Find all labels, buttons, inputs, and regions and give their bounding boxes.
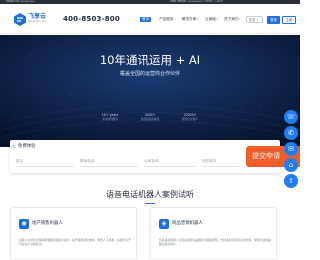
nav-label: 云商城 <box>205 17 216 21</box>
field-placeholder: 姓名 <box>16 159 24 163</box>
chevron-down-icon: ▾ <box>173 18 176 21</box>
hero-subtitle: 覆盖全国的运营商合作伙伴 <box>119 71 180 77</box>
nav-item-products[interactable]: 产品服务▾ <box>159 17 175 22</box>
site-header: 飞享云 feixiangyun.com 400-8503-800 首页 产品服务… <box>0 4 300 34</box>
stat-label: 专注通讯服务 <box>102 118 118 121</box>
case-card-real-estate[interactable]: ◉ 地产销售机器人 机器人在外呼过程中能准确识别客户意向，提升销售转化效率，降低… <box>10 207 137 260</box>
nav-item-about[interactable]: 关于我们▾ <box>224 17 240 22</box>
name-field[interactable]: 姓名 <box>16 157 74 167</box>
back-to-top-icon[interactable]: ⇧ <box>284 174 298 188</box>
chevron-down-icon: ▾ <box>196 18 199 21</box>
field-placeholder: 联系电话 <box>80 159 95 163</box>
card-description: 机器人在外呼过程中能准确识别客户意向，提升销售转化效率，降低人工成本，适用于房产… <box>19 238 131 247</box>
logo-subtitle: feixiangyun.com <box>28 20 47 23</box>
company-field[interactable]: 公司名称 <box>144 157 196 167</box>
field-placeholder: 公司名称 <box>144 159 159 163</box>
stat-label: 优质运营商资源 <box>140 118 160 121</box>
nav-item-home[interactable]: 首页 <box>140 17 152 22</box>
section-divider <box>145 203 155 204</box>
card-description: 智能语音机器人可自动完成商品推荐与促销通知，支持多轮对话与意向分级，帮助企业快速… <box>159 238 271 247</box>
stat-label: 服务企业客户 <box>182 118 198 121</box>
hero-banner: 10年通讯运用 + AI 覆盖全国的运营商合作伙伴 10+ years 专注通讯… <box>0 35 300 147</box>
language-label: 中文 <box>249 18 256 22</box>
nav-label: 关于我们 <box>224 17 239 21</box>
field-placeholder: 所在城市 <box>202 159 217 163</box>
stat-customers: 20000+ 服务企业客户 <box>170 113 210 122</box>
stat-years: 10+ years 专注通讯服务 <box>90 113 130 122</box>
register-button[interactable]: 注册 <box>282 16 296 24</box>
chevron-down-icon: ▾ <box>238 18 241 21</box>
nav-label: 解决方案 <box>182 17 197 21</box>
card-title: 商品营销机器人 <box>172 221 203 226</box>
card-icon: ◉ <box>19 219 29 229</box>
trial-form: ✎ 免费体验 姓名 联系电话 公司名称 所在城市 <box>10 140 280 173</box>
chevron-down-icon: ▾ <box>255 19 259 22</box>
city-field[interactable]: 所在城市 <box>202 157 240 167</box>
hero-background-graphic <box>0 35 300 147</box>
home-icon[interactable]: ⌂ <box>284 158 298 172</box>
stat-resources: 3000+ 优质运营商资源 <box>130 113 170 122</box>
nav-label: 产品服务 <box>159 17 174 21</box>
nav-label: 首页 <box>142 17 150 21</box>
login-button[interactable]: 登录 <box>267 16 280 24</box>
section-title: 语音电话机器人案例试听 <box>106 190 194 199</box>
message-icon[interactable]: ✉ <box>284 142 298 156</box>
card-icon: ◈ <box>159 219 169 229</box>
card-title: 地产销售机器人 <box>32 221 63 226</box>
language-select[interactable]: 中文 ▾ <box>246 16 263 23</box>
hero-title: 10年通讯运用 + AI <box>99 53 201 67</box>
form-title: 免费体验 <box>18 144 36 149</box>
case-card-marketing[interactable]: ◈ 商品营销机器人 智能语音机器人可自动完成商品推荐与促销通知，支持多轮对话与意… <box>150 207 277 260</box>
chevron-down-icon: ▾ <box>216 18 218 21</box>
edit-icon: ✎ <box>12 144 16 149</box>
hotline-number: 400-8503-800 <box>63 15 120 23</box>
phone-icon[interactable]: ☏ <box>284 110 298 124</box>
phone-field[interactable]: 联系电话 <box>80 157 138 167</box>
logo-name[interactable]: 飞享云 <box>28 13 46 20</box>
customer-service-icon[interactable]: ✆ <box>284 126 298 140</box>
nav-item-solutions[interactable]: 解决方案▾ <box>182 17 198 22</box>
nav-item-store[interactable]: 云商城▾ <box>205 17 218 22</box>
logo-icon[interactable] <box>14 13 26 26</box>
